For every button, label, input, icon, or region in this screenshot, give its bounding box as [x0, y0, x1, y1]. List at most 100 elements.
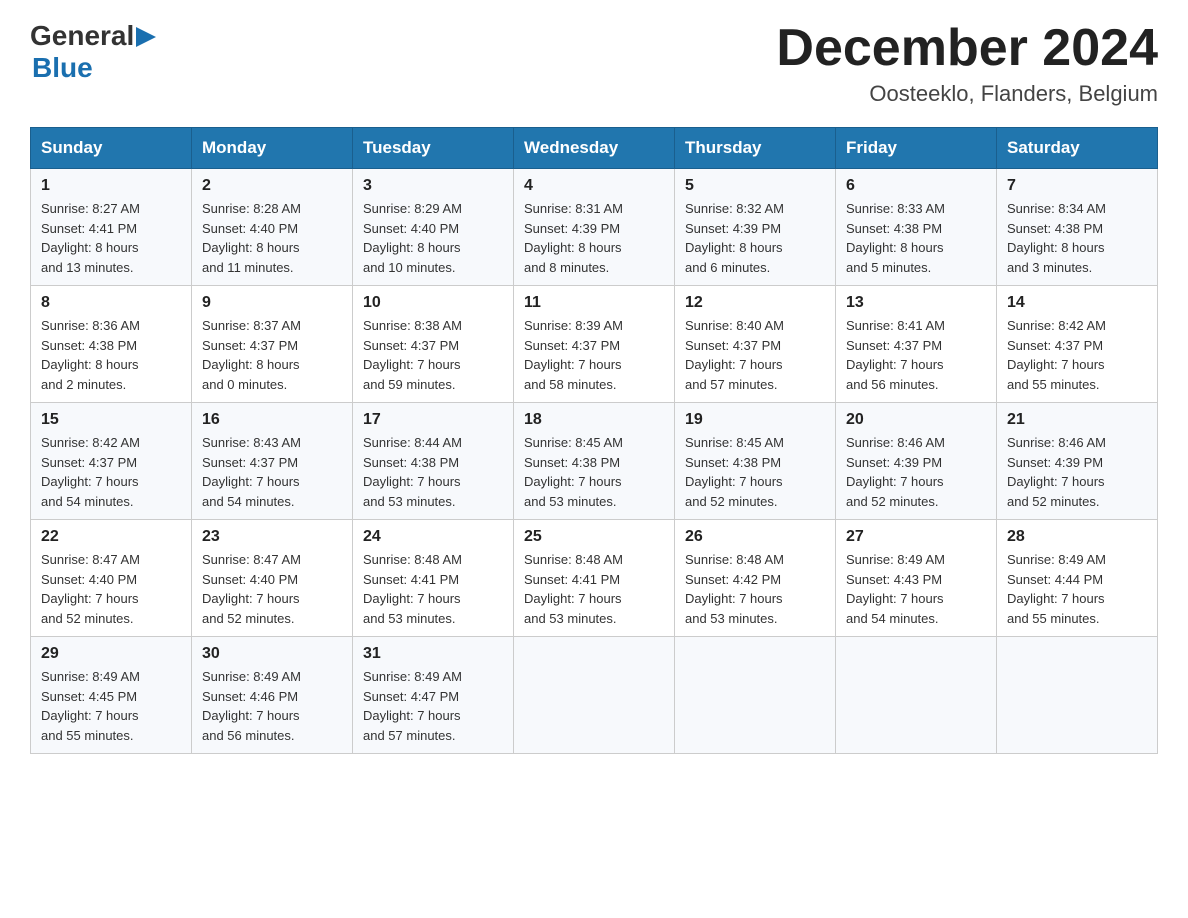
day-number: 8 [41, 294, 181, 312]
month-title: December 2024 [776, 20, 1158, 77]
calendar-cell: 1 Sunrise: 8:27 AM Sunset: 4:41 PM Daylig… [31, 169, 192, 286]
day-number: 31 [363, 645, 503, 663]
day-info: Sunrise: 8:45 AM Sunset: 4:38 PM Dayligh… [524, 435, 623, 509]
calendar-header: SundayMondayTuesdayWednesdayThursdayFrid… [31, 128, 1158, 169]
day-number: 17 [363, 411, 503, 429]
day-number: 27 [846, 528, 986, 546]
day-number: 22 [41, 528, 181, 546]
calendar-week-row: 15Sunrise: 8:42 AM Sunset: 4:37 PM Dayli… [31, 403, 1158, 520]
calendar-cell: 21 Sunrise: 8:46 AM Sunset: 4:39 PM Dayli… [997, 403, 1158, 520]
logo: General Blue [30, 20, 158, 84]
calendar-cell [514, 637, 675, 754]
day-info: Sunrise: 8:48 AM Sunset: 4:42 PM Dayligh… [685, 552, 784, 626]
calendar-week-row: 8 Sunrise: 8:36 AM Sunset: 4:38 PM Daylig… [31, 286, 1158, 403]
day-info: Sunrise: 8:48 AM Sunset: 4:41 PM Dayligh… [363, 552, 462, 626]
day-number: 5 [685, 177, 825, 195]
calendar-body: 1 Sunrise: 8:27 AM Sunset: 4:41 PM Daylig… [31, 169, 1158, 754]
day-info: Sunrise: 8:36 AM Sunset: 4:38 PM Dayligh… [41, 318, 140, 392]
calendar-cell: 2 Sunrise: 8:28 AM Sunset: 4:40 PM Daylig… [192, 169, 353, 286]
day-info: Sunrise: 8:27 AM Sunset: 4:41 PM Dayligh… [41, 201, 140, 275]
day-info: Sunrise: 8:46 AM Sunset: 4:39 PM Dayligh… [846, 435, 945, 509]
day-info: Sunrise: 8:49 AM Sunset: 4:45 PM Dayligh… [41, 669, 140, 743]
calendar-cell: 23 Sunrise: 8:47 AM Sunset: 4:40 PM Dayli… [192, 520, 353, 637]
day-info: Sunrise: 8:47 AM Sunset: 4:40 PM Dayligh… [202, 552, 301, 626]
calendar-cell: 19 Sunrise: 8:45 AM Sunset: 4:38 PM Dayli… [675, 403, 836, 520]
day-number: 13 [846, 294, 986, 312]
calendar-cell: 30Sunrise: 8:49 AM Sunset: 4:46 PM Dayli… [192, 637, 353, 754]
weekday-header-wednesday: Wednesday [514, 128, 675, 169]
weekday-header-monday: Monday [192, 128, 353, 169]
calendar-cell: 3Sunrise: 8:29 AM Sunset: 4:40 PM Daylig… [353, 169, 514, 286]
location-title: Oosteeklo, Flanders, Belgium [776, 81, 1158, 107]
calendar-week-row: 1 Sunrise: 8:27 AM Sunset: 4:41 PM Daylig… [31, 169, 1158, 286]
day-number: 28 [1007, 528, 1147, 546]
logo-blue-text: Blue [32, 52, 93, 84]
day-info: Sunrise: 8:32 AM Sunset: 4:39 PM Dayligh… [685, 201, 784, 275]
day-number: 21 [1007, 411, 1147, 429]
day-number: 10 [363, 294, 503, 312]
day-number: 18 [524, 411, 664, 429]
calendar-cell: 7Sunrise: 8:34 AM Sunset: 4:38 PM Daylig… [997, 169, 1158, 286]
calendar-cell: 12 Sunrise: 8:40 AM Sunset: 4:37 PM Dayli… [675, 286, 836, 403]
day-number: 2 [202, 177, 342, 195]
day-info: Sunrise: 8:46 AM Sunset: 4:39 PM Dayligh… [1007, 435, 1106, 509]
calendar-cell: 4Sunrise: 8:31 AM Sunset: 4:39 PM Daylig… [514, 169, 675, 286]
day-info: Sunrise: 8:49 AM Sunset: 4:44 PM Dayligh… [1007, 552, 1106, 626]
day-number: 11 [524, 294, 664, 312]
day-info: Sunrise: 8:38 AM Sunset: 4:37 PM Dayligh… [363, 318, 462, 392]
day-info: Sunrise: 8:42 AM Sunset: 4:37 PM Dayligh… [1007, 318, 1106, 392]
calendar-week-row: 29 Sunrise: 8:49 AM Sunset: 4:45 PM Dayli… [31, 637, 1158, 754]
day-number: 6 [846, 177, 986, 195]
calendar-cell: 27 Sunrise: 8:49 AM Sunset: 4:43 PM Dayli… [836, 520, 997, 637]
calendar-cell: 15Sunrise: 8:42 AM Sunset: 4:37 PM Dayli… [31, 403, 192, 520]
calendar-week-row: 22 Sunrise: 8:47 AM Sunset: 4:40 PM Dayli… [31, 520, 1158, 637]
day-number: 23 [202, 528, 342, 546]
day-number: 4 [524, 177, 664, 195]
weekday-header-thursday: Thursday [675, 128, 836, 169]
day-info: Sunrise: 8:34 AM Sunset: 4:38 PM Dayligh… [1007, 201, 1106, 275]
weekday-header-tuesday: Tuesday [353, 128, 514, 169]
day-info: Sunrise: 8:49 AM Sunset: 4:43 PM Dayligh… [846, 552, 945, 626]
day-number: 24 [363, 528, 503, 546]
day-info: Sunrise: 8:28 AM Sunset: 4:40 PM Dayligh… [202, 201, 301, 275]
day-info: Sunrise: 8:49 AM Sunset: 4:47 PM Dayligh… [363, 669, 462, 743]
day-number: 26 [685, 528, 825, 546]
page-header: General Blue December 2024 Oosteeklo, Fl… [30, 20, 1158, 107]
day-number: 29 [41, 645, 181, 663]
weekday-header-row: SundayMondayTuesdayWednesdayThursdayFrid… [31, 128, 1158, 169]
calendar-cell: 14 Sunrise: 8:42 AM Sunset: 4:37 PM Dayli… [997, 286, 1158, 403]
calendar-cell: 16Sunrise: 8:43 AM Sunset: 4:37 PM Dayli… [192, 403, 353, 520]
day-info: Sunrise: 8:42 AM Sunset: 4:37 PM Dayligh… [41, 435, 140, 509]
calendar-cell: 20 Sunrise: 8:46 AM Sunset: 4:39 PM Dayli… [836, 403, 997, 520]
day-number: 19 [685, 411, 825, 429]
day-number: 3 [363, 177, 503, 195]
calendar-cell: 17Sunrise: 8:44 AM Sunset: 4:38 PM Dayli… [353, 403, 514, 520]
day-number: 12 [685, 294, 825, 312]
calendar-cell: 13 Sunrise: 8:41 AM Sunset: 4:37 PM Dayli… [836, 286, 997, 403]
day-info: Sunrise: 8:39 AM Sunset: 4:37 PM Dayligh… [524, 318, 623, 392]
day-info: Sunrise: 8:41 AM Sunset: 4:37 PM Dayligh… [846, 318, 945, 392]
day-info: Sunrise: 8:37 AM Sunset: 4:37 PM Dayligh… [202, 318, 301, 392]
day-number: 20 [846, 411, 986, 429]
calendar-cell: 5 Sunrise: 8:32 AM Sunset: 4:39 PM Daylig… [675, 169, 836, 286]
day-number: 14 [1007, 294, 1147, 312]
day-number: 25 [524, 528, 664, 546]
calendar-cell [836, 637, 997, 754]
calendar-cell: 25Sunrise: 8:48 AM Sunset: 4:41 PM Dayli… [514, 520, 675, 637]
calendar-cell: 22 Sunrise: 8:47 AM Sunset: 4:40 PM Dayli… [31, 520, 192, 637]
weekday-header-friday: Friday [836, 128, 997, 169]
day-info: Sunrise: 8:49 AM Sunset: 4:46 PM Dayligh… [202, 669, 301, 743]
day-info: Sunrise: 8:40 AM Sunset: 4:37 PM Dayligh… [685, 318, 784, 392]
calendar-cell [997, 637, 1158, 754]
day-info: Sunrise: 8:47 AM Sunset: 4:40 PM Dayligh… [41, 552, 140, 626]
calendar-cell: 9Sunrise: 8:37 AM Sunset: 4:37 PM Daylig… [192, 286, 353, 403]
weekday-header-sunday: Sunday [31, 128, 192, 169]
calendar-cell: 8 Sunrise: 8:36 AM Sunset: 4:38 PM Daylig… [31, 286, 192, 403]
day-number: 16 [202, 411, 342, 429]
calendar-cell: 26 Sunrise: 8:48 AM Sunset: 4:42 PM Dayli… [675, 520, 836, 637]
day-number: 1 [41, 177, 181, 195]
day-info: Sunrise: 8:45 AM Sunset: 4:38 PM Dayligh… [685, 435, 784, 509]
logo-icon: General Blue [30, 20, 158, 84]
day-info: Sunrise: 8:33 AM Sunset: 4:38 PM Dayligh… [846, 201, 945, 275]
calendar-cell: 18 Sunrise: 8:45 AM Sunset: 4:38 PM Dayli… [514, 403, 675, 520]
